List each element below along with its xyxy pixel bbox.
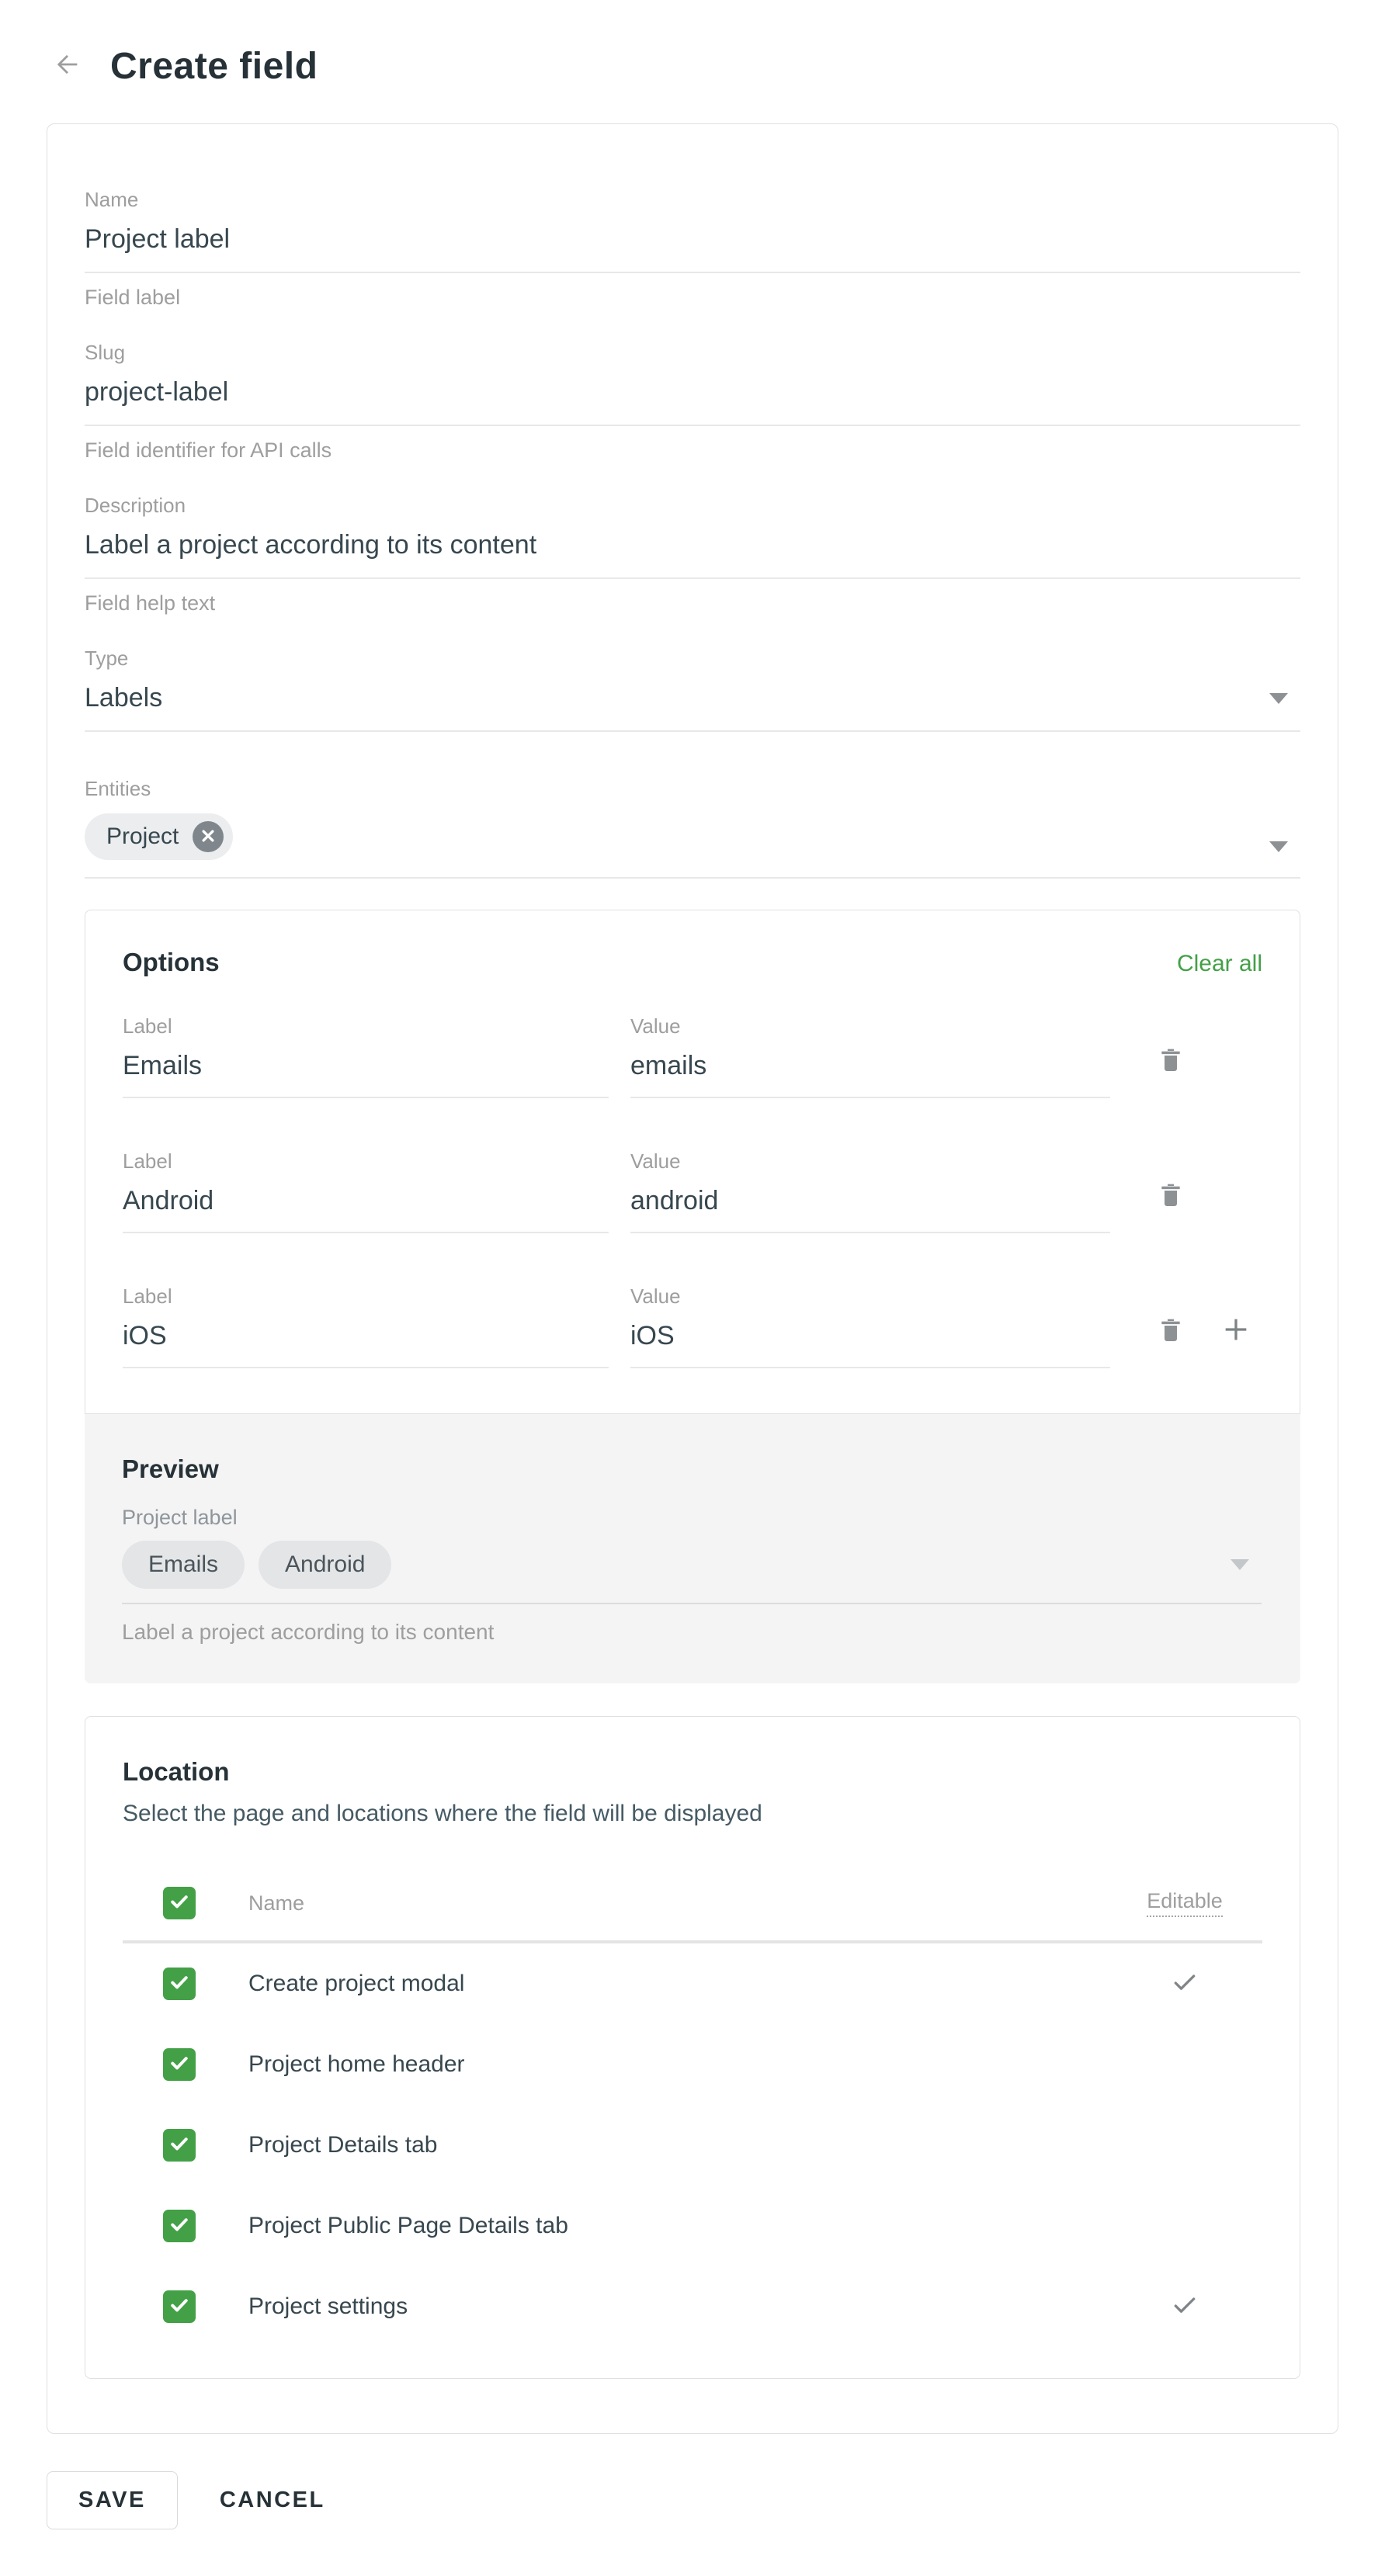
entities-select[interactable]: Project	[85, 813, 1300, 879]
entities-field-label: Entities	[85, 777, 1300, 801]
footer-actions: SAVE CANCEL	[47, 2471, 1385, 2529]
type-field: Type Labels	[85, 647, 1300, 732]
option-label-caption: Label	[123, 1014, 609, 1038]
check-icon	[168, 2214, 190, 2239]
trash-icon	[1155, 1179, 1186, 1214]
remove-entity-button[interactable]	[193, 821, 224, 852]
description-input[interactable]: Label a project according to its content	[85, 530, 536, 560]
entities-field: Entities Project	[85, 777, 1300, 879]
save-button[interactable]: SAVE	[47, 2471, 178, 2529]
option-value-caption: Value	[630, 1014, 1110, 1038]
preview-chip: Android	[259, 1541, 391, 1589]
editable-check-icon	[1169, 2290, 1200, 2325]
create-field-card: Name Project label Field label Slug proj…	[47, 123, 1338, 2434]
location-section: Location Select the page and locations w…	[85, 1716, 1300, 2379]
preview-chip: Emails	[122, 1541, 245, 1589]
row-checkbox[interactable]	[163, 1968, 196, 2000]
cancel-button[interactable]: CANCEL	[200, 2472, 345, 2529]
type-field-label: Type	[85, 647, 1300, 671]
page-header: Create field	[0, 0, 1385, 88]
preview-helper: Label a project according to its content	[122, 1620, 1262, 1645]
options-title: Options	[123, 948, 220, 977]
add-option-button[interactable]	[1219, 1314, 1253, 1348]
name-input[interactable]: Project label	[85, 224, 230, 255]
chevron-down-icon[interactable]	[1269, 693, 1288, 704]
description-field-label: Description	[85, 494, 1300, 518]
plus-icon	[1220, 1314, 1251, 1349]
name-field-label: Name	[85, 188, 1300, 212]
arrow-left-icon	[51, 49, 82, 84]
check-icon	[168, 2294, 190, 2320]
entity-chip-label: Project	[106, 823, 179, 850]
option-label-caption: Label	[123, 1149, 609, 1174]
location-row: Project home header	[123, 2024, 1262, 2105]
preview-title: Preview	[122, 1454, 1262, 1484]
trash-icon	[1155, 1314, 1186, 1349]
slug-field: Slug project-label Field identifier for …	[85, 341, 1300, 463]
location-subtitle: Select the page and locations where the …	[123, 1801, 1262, 1827]
close-icon	[200, 823, 216, 850]
delete-option-button[interactable]	[1154, 1044, 1188, 1078]
row-checkbox[interactable]	[163, 2210, 196, 2242]
location-row: Project Public Page Details tab	[123, 2186, 1262, 2266]
option-row: Label Android Value android	[123, 1149, 1262, 1233]
check-icon	[168, 2052, 190, 2078]
option-value-caption: Value	[630, 1285, 1110, 1309]
option-value-input[interactable]: android	[630, 1186, 1110, 1233]
location-row-name: Project settings	[248, 2293, 408, 2320]
check-icon	[168, 2133, 190, 2158]
row-checkbox[interactable]	[163, 2048, 196, 2081]
location-row-name: Project Public Page Details tab	[248, 2213, 568, 2239]
column-header-name: Name	[248, 1891, 304, 1916]
location-row-name: Project Details tab	[248, 2132, 437, 2158]
location-table-header: Name Editable	[123, 1870, 1262, 1936]
chevron-down-icon	[1231, 1559, 1249, 1570]
location-row: Project settings	[123, 2266, 1262, 2347]
option-label-caption: Label	[123, 1285, 609, 1309]
type-select[interactable]: Labels	[85, 683, 1300, 732]
back-button[interactable]	[50, 50, 84, 84]
page-title: Create field	[110, 45, 318, 88]
trash-icon	[1155, 1044, 1186, 1079]
option-value-input[interactable]: iOS	[630, 1321, 1110, 1368]
location-row: Create project modal	[123, 1943, 1262, 2024]
option-value-caption: Value	[630, 1149, 1110, 1174]
type-select-value: Labels	[85, 683, 162, 713]
row-checkbox[interactable]	[163, 2290, 196, 2323]
name-field-helper: Field label	[85, 286, 1300, 310]
check-icon	[168, 1891, 190, 1916]
option-value-input[interactable]: emails	[630, 1051, 1110, 1098]
column-header-editable[interactable]: Editable	[1147, 1889, 1223, 1917]
description-field-helper: Field help text	[85, 591, 1300, 615]
chevron-down-icon[interactable]	[1269, 841, 1288, 852]
option-label-input[interactable]: iOS	[123, 1321, 609, 1368]
entity-chip-project[interactable]: Project	[85, 813, 233, 860]
location-title: Location	[123, 1757, 1262, 1787]
row-checkbox[interactable]	[163, 2129, 196, 2162]
slug-field-label: Slug	[85, 341, 1300, 365]
delete-option-button[interactable]	[1154, 1179, 1188, 1213]
delete-option-button[interactable]	[1154, 1314, 1188, 1348]
preview-field-label: Project label	[122, 1506, 1262, 1530]
editable-check-icon	[1169, 1967, 1200, 2002]
option-row: Label Emails Value emails	[123, 1014, 1262, 1098]
preview-section: Preview Project label Emails Android Lab…	[85, 1414, 1300, 1683]
clear-all-link[interactable]: Clear all	[1177, 951, 1262, 977]
location-row-name: Create project modal	[248, 1971, 464, 1997]
check-icon	[168, 1971, 190, 1997]
location-row-name: Project home header	[248, 2051, 465, 2078]
option-row: Label iOS Value iOS	[123, 1285, 1262, 1368]
name-field: Name Project label Field label	[85, 188, 1300, 310]
slug-input[interactable]: project-label	[85, 377, 228, 407]
option-label-input[interactable]: Emails	[123, 1051, 609, 1098]
option-label-input[interactable]: Android	[123, 1186, 609, 1233]
slug-field-helper: Field identifier for API calls	[85, 439, 1300, 463]
select-all-checkbox[interactable]	[163, 1887, 196, 1919]
preview-select[interactable]: Emails Android	[122, 1541, 1262, 1604]
location-table: Name Editable Create project modal	[123, 1870, 1262, 2347]
description-field: Description Label a project according to…	[85, 494, 1300, 615]
location-row: Project Details tab	[123, 2105, 1262, 2186]
options-section: Options Clear all Label Emails Value ema…	[85, 910, 1300, 1414]
